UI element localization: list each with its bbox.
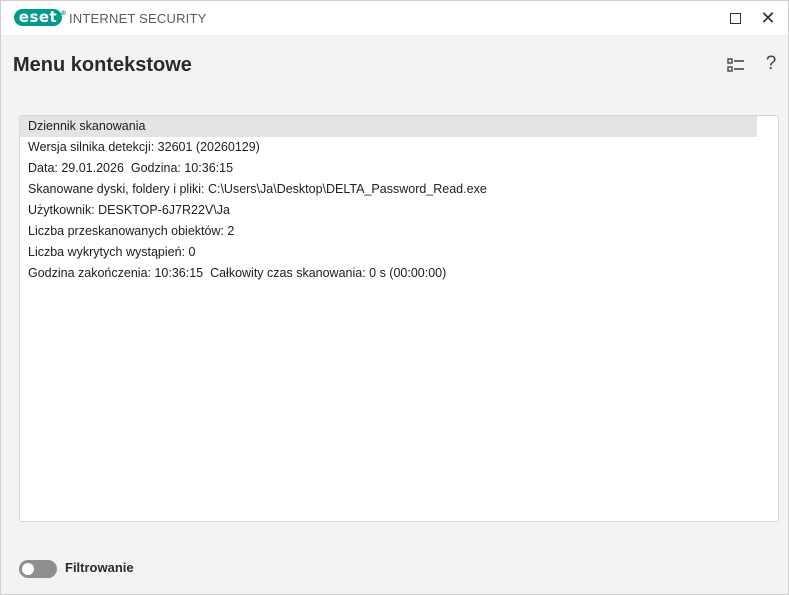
toggle-knob: [22, 563, 34, 575]
logo-text: eset: [18, 8, 58, 26]
eset-logo: eset ®: [14, 8, 67, 26]
help-icon[interactable]: ?: [763, 53, 779, 75]
log-line[interactable]: Użytkownik: DESKTOP-6J7R22V\Ja: [20, 200, 778, 221]
close-icon: ✕: [760, 8, 776, 28]
log-line[interactable]: Skanowane dyski, foldery i pliki: C:\Use…: [20, 179, 778, 200]
filter-toggle[interactable]: [19, 560, 57, 578]
log-line[interactable]: Godzina zakończenia: 10:36:15 Całkowity …: [20, 263, 778, 284]
maximize-icon: [729, 12, 741, 24]
log-line[interactable]: Data: 29.01.2026 Godzina: 10:36:15: [20, 158, 778, 179]
filter-label: Filtrowanie: [65, 560, 134, 575]
list-view-icon[interactable]: [727, 57, 745, 73]
close-button[interactable]: ✕: [751, 1, 785, 35]
app-window: eset ® INTERNET SECURITY ✕ Menu konteksto…: [0, 0, 789, 595]
maximize-button[interactable]: [718, 1, 752, 35]
log-line[interactable]: Liczba wykrytych wystąpień: 0: [20, 242, 778, 263]
app-title: INTERNET SECURITY: [69, 11, 207, 26]
log-line-header[interactable]: Dziennik skanowania: [20, 116, 757, 137]
title-bar: eset ® INTERNET SECURITY ✕: [1, 1, 788, 35]
scan-log-panel[interactable]: Dziennik skanowania Wersja silnika detek…: [19, 115, 779, 522]
log-line[interactable]: Liczba przeskanowanych obiektów: 2: [20, 221, 778, 242]
page-title: Menu kontekstowe: [13, 54, 192, 76]
log-line[interactable]: Wersja silnika detekcji: 32601 (20260129…: [20, 137, 778, 158]
